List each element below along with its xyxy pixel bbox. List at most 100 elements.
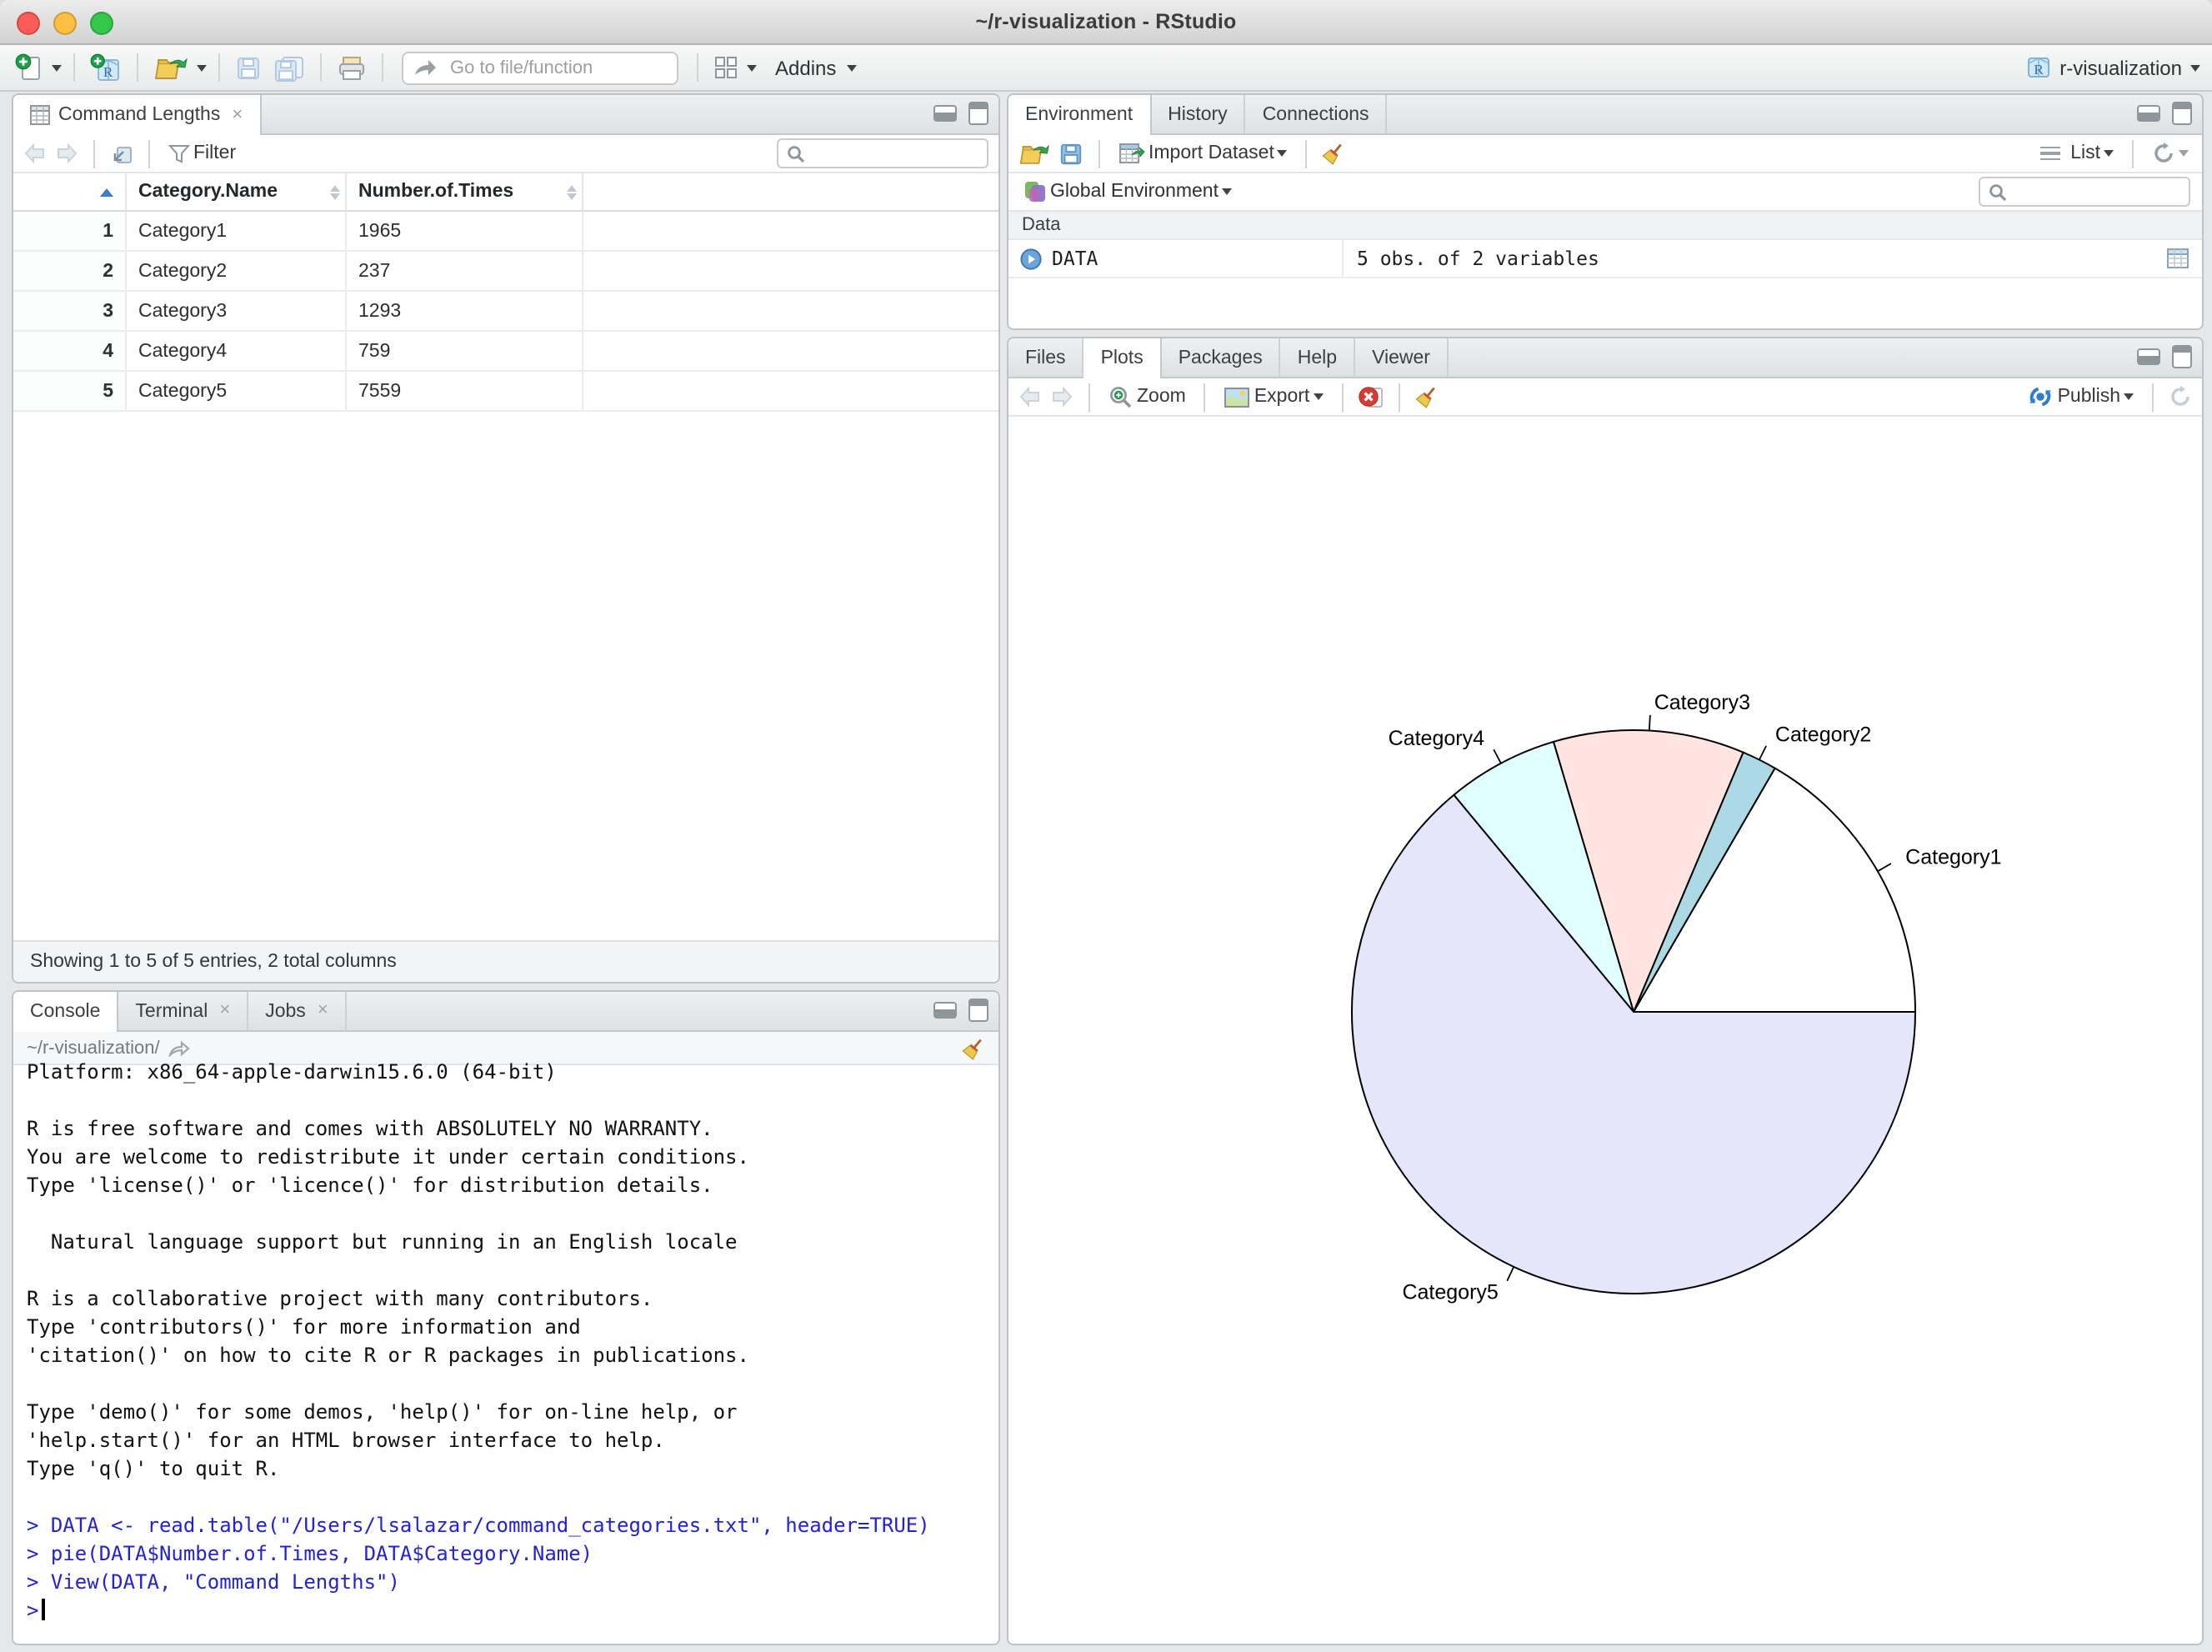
global-environment-selector[interactable]: Global Environment (1020, 178, 1235, 205)
publish-label: Publish (2057, 387, 2120, 407)
tab-environment[interactable]: Environment (1008, 95, 1152, 135)
new-file-menu-caret[interactable] (52, 64, 62, 71)
open-in-window-icon[interactable] (110, 143, 133, 164)
remove-plot-icon[interactable] (1358, 385, 1383, 408)
export-plot-button[interactable]: Export (1221, 384, 1327, 409)
expand-object-icon[interactable] (1020, 248, 1042, 269)
project-menu-button[interactable]: R r-visualization (2024, 55, 2200, 80)
clear-environment-icon[interactable] (1323, 142, 1346, 165)
refresh-plot-icon[interactable] (2169, 385, 2192, 408)
close-tab-icon[interactable]: × (219, 1001, 230, 1020)
viewer-tabbar: Command Lengths × (13, 95, 998, 135)
import-dataset-button[interactable]: Import Dataset (1115, 140, 1291, 167)
minimize-panel-icon[interactable] (933, 105, 957, 122)
minimize-button[interactable] (53, 12, 77, 35)
load-workspace-icon[interactable] (1018, 141, 1050, 166)
column-rownumber[interactable] (13, 173, 127, 210)
data-viewer-panel: Command Lengths × Filter Category.Name N… (12, 93, 1000, 984)
clear-console-icon[interactable] (962, 1036, 985, 1059)
pie-label-tick (1648, 714, 1651, 731)
save-icon (238, 57, 259, 78)
refresh-environment-button[interactable] (2149, 140, 2192, 167)
toolbar-divider (1341, 383, 1344, 411)
filter-button[interactable]: Filter (165, 142, 239, 165)
search-icon (788, 145, 805, 163)
table-row[interactable]: 3 Category3 1293 (13, 292, 998, 332)
table-row[interactable]: 4 Category4 759 (13, 332, 998, 372)
import-dataset-caret (1277, 150, 1288, 157)
table-cell: Category1 (127, 212, 347, 250)
data-object-row[interactable]: DATA 5 obs. of 2 variables (1008, 240, 2202, 278)
column-number-of-times[interactable]: Number.of.Times (347, 173, 583, 210)
maximize-panel-icon[interactable] (2172, 102, 2192, 125)
addins-button[interactable]: Addins (772, 54, 859, 81)
maximize-panel-icon[interactable] (968, 999, 988, 1022)
tab-plots[interactable]: Plots (1083, 338, 1162, 378)
zoom-plot-button[interactable]: Zoom (1105, 383, 1189, 411)
new-project-button[interactable]: R (87, 51, 125, 84)
toolbar-divider (137, 53, 138, 82)
tab-history[interactable]: History (1151, 95, 1246, 133)
environment-panel: Environment History Connections Import D… (1007, 93, 2204, 330)
tab-terminal[interactable]: Terminal × (118, 992, 249, 1030)
open-file-button[interactable] (150, 53, 192, 83)
forward-icon[interactable] (55, 143, 78, 163)
maximize-panel-icon[interactable] (2172, 345, 2192, 368)
panes-layout-caret[interactable] (747, 64, 757, 71)
tab-label: Packages (1178, 348, 1263, 368)
environment-search-box[interactable] (1979, 177, 2190, 207)
save-all-button[interactable] (270, 53, 308, 83)
print-button[interactable] (333, 53, 370, 83)
view-object-icon[interactable] (2167, 248, 2189, 268)
console-output-line: Type 'demo()' for some demos, 'help()' f… (27, 1400, 738, 1424)
zoom-button[interactable] (90, 12, 113, 35)
tab-console[interactable]: Console (13, 992, 119, 1032)
goto-directory-icon[interactable] (168, 1039, 190, 1056)
table-row[interactable]: 2 Category2 237 (13, 252, 998, 292)
table-row[interactable]: 1 Category1 1965 (13, 212, 998, 252)
close-button[interactable] (17, 12, 40, 35)
export-caret (1313, 393, 1324, 400)
previous-plot-icon[interactable] (1018, 387, 1042, 407)
console-input-line: > DATA <- read.table("/Users/lsalazar/co… (27, 1514, 930, 1537)
list-view-button[interactable]: List (2037, 142, 2117, 165)
toolbar-divider (93, 139, 95, 168)
viewer-search-box[interactable] (777, 138, 988, 168)
clear-all-plots-icon[interactable] (1414, 385, 1438, 408)
toolbar-divider (382, 53, 383, 82)
maximize-panel-icon[interactable] (968, 102, 988, 125)
tab-command-lengths[interactable]: Command Lengths × (13, 95, 262, 135)
goto-file-box[interactable] (402, 51, 678, 84)
close-tab-icon[interactable]: × (232, 105, 243, 124)
console-output[interactable]: Platform: x86_64-apple-darwin15.6.0 (64-… (13, 1055, 998, 1635)
minimize-panel-icon[interactable] (2137, 348, 2160, 365)
table-row[interactable]: 5 Category5 7559 (13, 372, 998, 412)
open-recent-caret[interactable] (197, 64, 207, 71)
back-icon[interactable] (23, 143, 47, 163)
column-category-name[interactable]: Category.Name (127, 173, 347, 210)
close-tab-icon[interactable]: × (318, 1001, 328, 1020)
save-button[interactable] (232, 53, 265, 83)
minimize-panel-icon[interactable] (933, 1002, 957, 1019)
new-file-button[interactable] (12, 52, 47, 83)
goto-file-input[interactable] (447, 56, 667, 79)
minimize-panel-icon[interactable] (2137, 105, 2160, 122)
tab-packages[interactable]: Packages (1162, 338, 1281, 377)
panes-layout-button[interactable] (710, 53, 742, 82)
tab-label: History (1168, 104, 1228, 124)
table-cell: 7559 (347, 372, 583, 410)
tab-viewer[interactable]: Viewer (1355, 338, 1449, 377)
table-cell: 237 (347, 252, 583, 290)
next-plot-icon[interactable] (1050, 387, 1073, 407)
viewer-search-input[interactable] (812, 142, 978, 165)
list-icon (2040, 146, 2061, 161)
save-workspace-icon[interactable] (1058, 141, 1083, 166)
tab-label: Files (1025, 348, 1066, 368)
viewer-toolbar: Filter (13, 135, 998, 173)
environment-search-input[interactable] (2014, 180, 2180, 203)
tab-connections[interactable]: Connections (1246, 95, 1388, 133)
tab-help[interactable]: Help (1281, 338, 1356, 377)
tab-files[interactable]: Files (1008, 338, 1084, 377)
tab-jobs[interactable]: Jobs × (248, 992, 347, 1030)
publish-button[interactable]: Publish (2024, 383, 2137, 410)
